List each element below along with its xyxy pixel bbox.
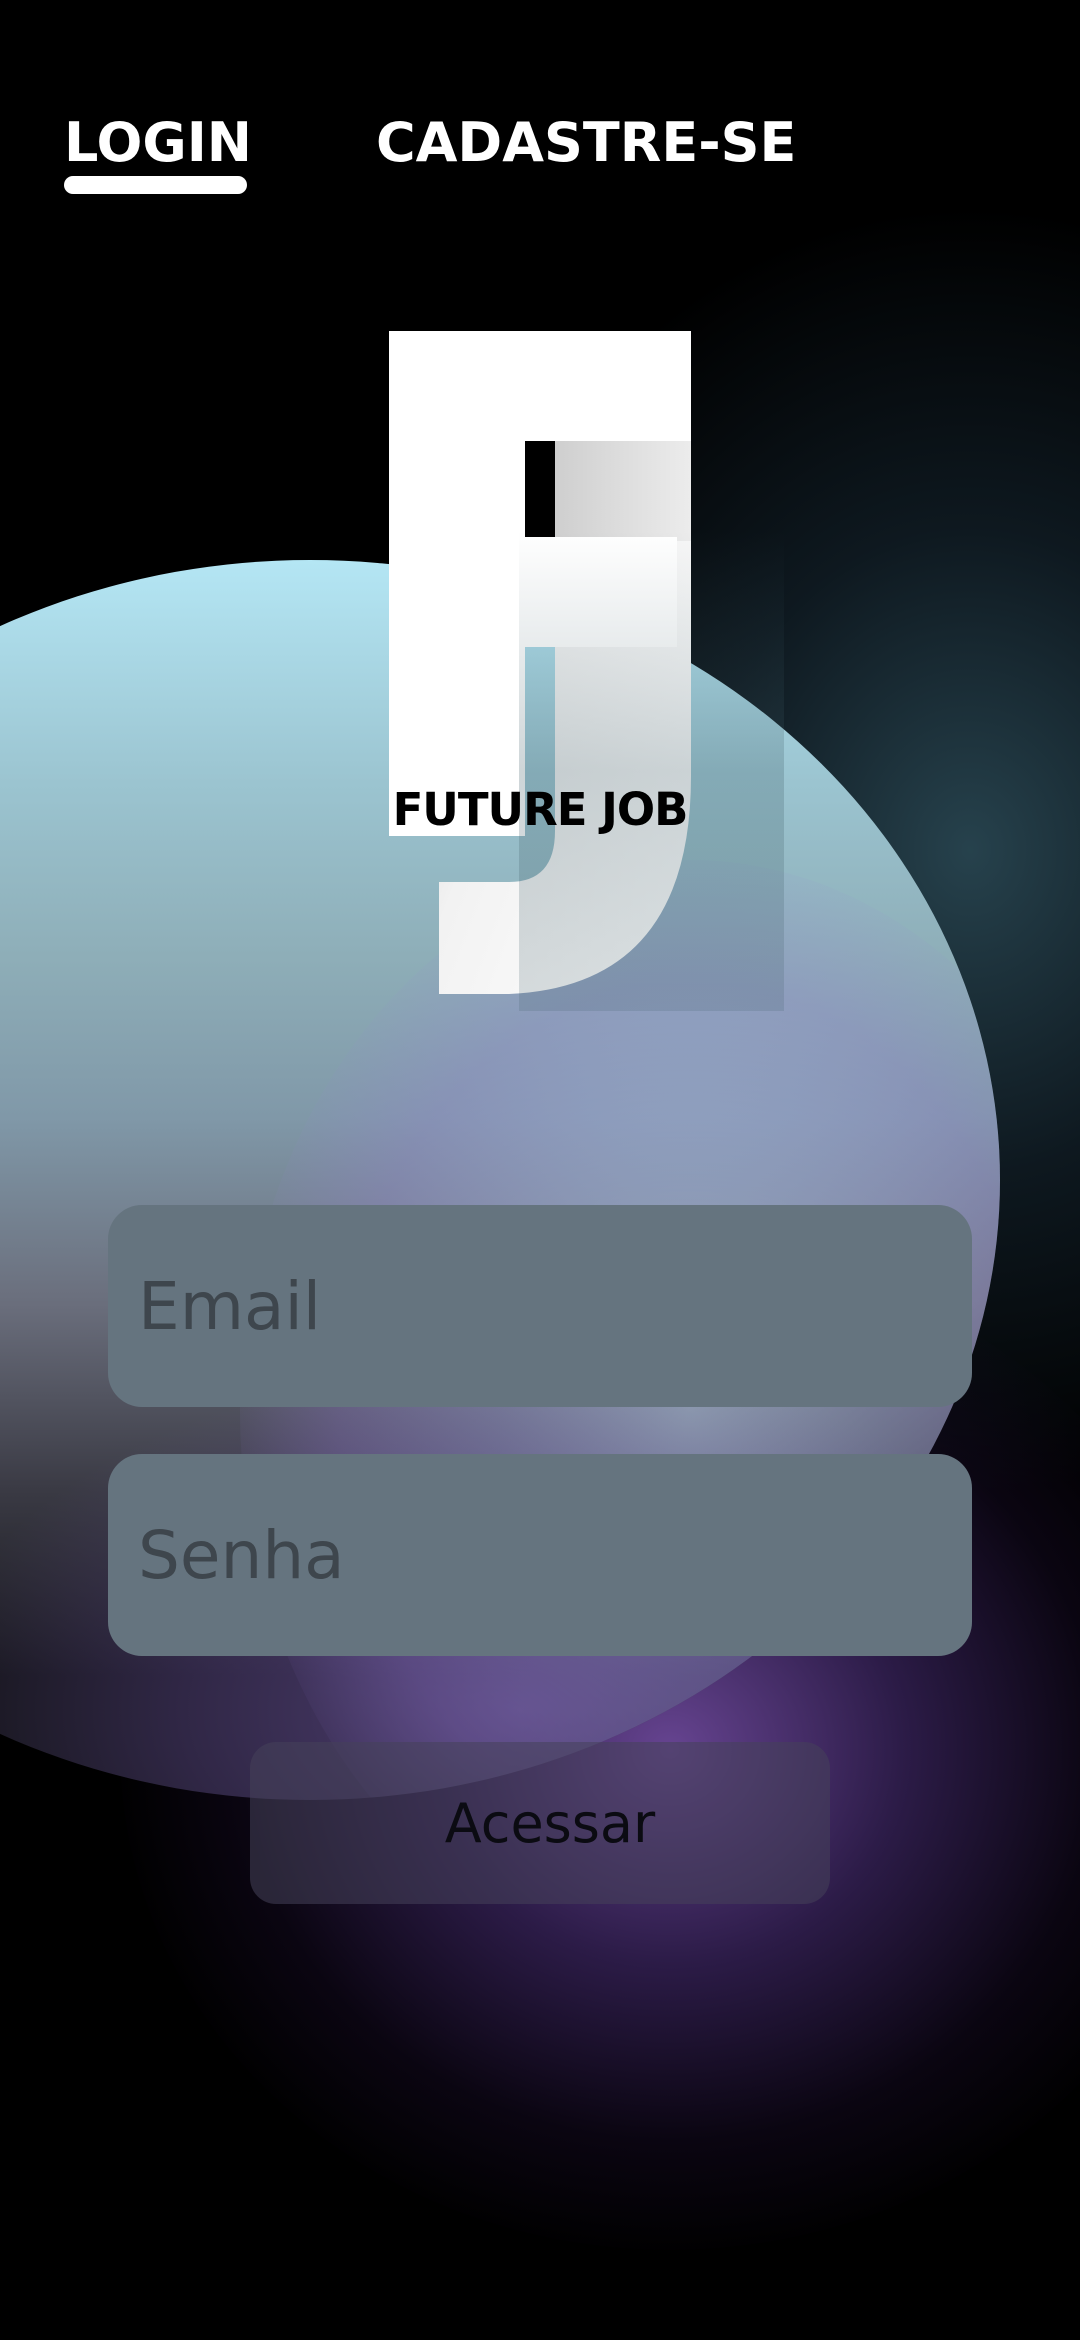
brand-name: FUTURE JOB [392, 783, 689, 836]
access-button[interactable]: Acessar [250, 1742, 830, 1904]
active-tab-indicator [64, 176, 247, 194]
logo-shadow [519, 531, 784, 1011]
tab-login-label: LOGIN [64, 111, 252, 174]
auth-tabs: LOGIN CADASTRE-SE [64, 108, 796, 194]
email-field[interactable] [108, 1205, 972, 1407]
password-field[interactable] [108, 1454, 972, 1656]
tab-login[interactable]: LOGIN [64, 108, 252, 194]
tab-register[interactable]: CADASTRE-SE [376, 108, 796, 178]
future-job-logo: FUTURE JOB [389, 331, 784, 1011]
tab-register-label: CADASTRE-SE [376, 111, 797, 174]
login-screen: LOGIN CADASTRE-SE FUTURE JOB Email Acess… [0, 0, 1080, 2340]
